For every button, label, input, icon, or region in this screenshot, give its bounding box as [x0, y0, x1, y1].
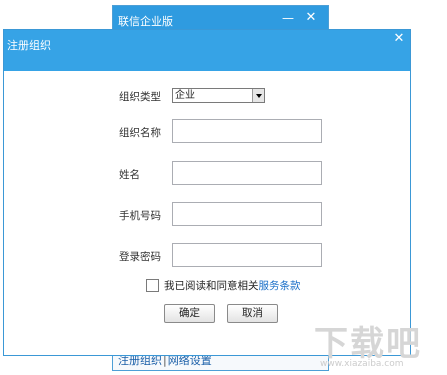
phone-label: 手机号码 — [119, 210, 161, 222]
phone-input[interactable] — [172, 202, 322, 226]
password-label: 登录密码 — [119, 251, 161, 263]
register-org-dialog: 注册组织 ✕ 组织类型 企业 组织名称 姓名 手机号码 登录密码 我已阅读和同意… — [3, 29, 411, 356]
name-input[interactable] — [172, 161, 322, 185]
org-name-label: 组织名称 — [119, 127, 161, 139]
dialog-titlebar[interactable]: 注册组织 ✕ — [4, 30, 410, 71]
cancel-button[interactable]: 取消 — [227, 304, 278, 323]
agree-text: 我已阅读和同意相关 — [164, 280, 259, 292]
ok-button[interactable]: 确定 — [164, 304, 215, 323]
org-name-input[interactable] — [172, 119, 322, 143]
terms-link[interactable]: 服务条款 — [259, 280, 301, 292]
agree-checkbox[interactable] — [146, 279, 159, 292]
password-input[interactable] — [172, 243, 322, 267]
org-type-select[interactable]: 企业 — [172, 88, 265, 103]
watermark-logo: 下载吧 — [314, 324, 422, 364]
org-type-value: 企业 — [175, 90, 195, 101]
minimize-icon[interactable]: — — [278, 9, 298, 27]
main-window-title: 联信企业版 — [118, 15, 173, 28]
watermark-url: www.xiazaiba.com — [320, 359, 404, 369]
dialog-close-icon[interactable]: ✕ — [390, 30, 408, 48]
name-label: 姓名 — [119, 169, 140, 181]
watermark: 下载吧 www.xiazaiba.com — [314, 316, 444, 372]
chevron-down-icon[interactable] — [252, 89, 264, 102]
agree-row: 我已阅读和同意相关服务条款 — [146, 278, 301, 293]
close-icon[interactable]: ✕ — [301, 9, 321, 27]
org-type-label: 组织类型 — [119, 91, 161, 103]
dialog-title: 注册组织 — [7, 39, 51, 52]
